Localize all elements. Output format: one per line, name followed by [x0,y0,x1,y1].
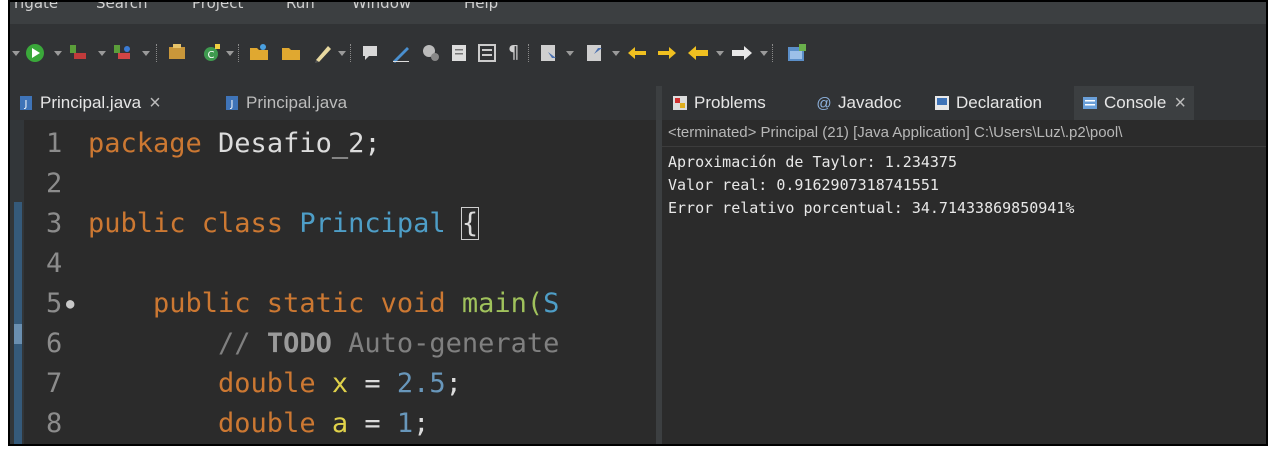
search-gear-icon[interactable] [420,42,442,64]
svg-text:C: C [208,50,215,61]
open-perspective-icon[interactable] [786,42,808,64]
console-view[interactable]: <terminated> Principal (21) [Java Applic… [662,120,1266,444]
menu-search[interactable]: Search [96,2,148,12]
line-number: 8 [46,408,63,439]
line-number: 7 [46,368,63,399]
menu-run[interactable]: Run [286,2,315,12]
fold-marker-icon[interactable]: ● [66,284,74,324]
problems-icon [672,95,688,111]
toolbar-separator [772,44,776,62]
tab-javadoc[interactable]: @ Javadoc [816,86,901,120]
dropdown-arrow-icon[interactable] [760,51,768,56]
tab-label: Principal.java [246,93,348,112]
line-number: 3 [46,208,63,239]
dropdown-arrow-icon[interactable] [226,51,234,56]
javadoc-icon: @ [816,95,832,112]
line-number: 2 [46,168,63,199]
code-text: public static void main(S [88,288,560,319]
tab-principal-java-active[interactable]: J Principal.java × [18,86,161,120]
menu-navigate[interactable]: rigate [14,2,58,12]
close-tab-icon[interactable]: × [1174,92,1186,115]
tab-label: Principal.java [40,93,142,112]
dropdown-arrow-icon[interactable] [12,51,20,56]
line-number: 6 [46,328,63,359]
views-tabbar: Problems @ Javadoc Declaration Console × [662,86,1266,120]
toolbar-separator [350,44,354,62]
code-text: package Desafio_2; [88,128,381,159]
pencil-icon[interactable] [312,42,334,64]
dropdown-arrow-icon[interactable] [54,51,62,56]
forward-icon[interactable] [730,42,754,64]
toolbar-separator [528,44,532,62]
dropdown-arrow-icon[interactable] [142,51,150,56]
line-number: 1 [46,128,63,159]
block-selection-icon[interactable] [476,42,498,64]
java-file-icon: J [18,95,34,111]
console-line: Valor real: 0.9162907318741551 [668,176,939,194]
toolbar-separator [238,44,242,62]
code-text: public class Principal { [88,207,480,240]
tab-console[interactable]: Console × [1074,86,1195,120]
previous-annotation-icon[interactable] [584,42,606,64]
svg-text:J: J [230,99,234,110]
open-folder-icon[interactable] [248,42,270,64]
console-line: Aproximación de Taylor: 1.234375 [668,153,957,171]
tab-principal-java[interactable]: J Principal.java [224,86,347,120]
back-icon[interactable] [686,42,710,64]
close-tab-icon[interactable]: × [149,92,161,115]
run-icon[interactable] [66,42,88,64]
tab-label: Console [1104,93,1167,112]
open-type-icon[interactable] [280,42,302,64]
code-editor[interactable]: 1 package Desafio_2; 2 3 public class Princi… [10,120,656,444]
dropdown-arrow-icon[interactable] [612,51,620,56]
edit-icon[interactable] [390,42,412,64]
new-class-icon[interactable]: C [200,42,222,64]
svg-text:J: J [24,99,28,110]
editor-tabbar: J Principal.java × J Principal.java [10,86,656,120]
next-annotation-icon[interactable] [538,42,560,64]
line-number: 4 [46,248,63,279]
menu-help[interactable]: Help [464,2,498,12]
last-edit-location-icon[interactable] [626,42,650,64]
tab-label: Javadoc [838,93,902,112]
new-package-icon[interactable] [166,42,188,64]
tab-declaration[interactable]: Declaration [934,86,1042,120]
dropdown-arrow-icon[interactable] [566,51,574,56]
menubar: rigate Search Project Run Window Help [10,2,1266,24]
console-output[interactable]: Aproximación de Taylor: 1.234375 Valor r… [662,147,1266,220]
code-text: // TODO Auto-generate [88,328,560,359]
run-external-tools-icon[interactable] [110,42,132,64]
toolbar-separator [156,44,160,62]
menu-project[interactable]: Project [192,2,243,12]
tab-problems[interactable]: Problems [672,86,766,120]
matching-brace: { [460,207,480,240]
code-text: double a = 1; [88,408,430,439]
menu-window[interactable]: Window [352,2,411,12]
annotation-icon[interactable] [360,42,382,64]
pilcrow-icon[interactable]: ¶ [508,42,519,64]
tab-label: Declaration [956,93,1042,112]
toolbar: C ¶ [10,24,1266,86]
dropdown-arrow-icon[interactable] [716,51,724,56]
dropdown-arrow-icon[interactable] [98,51,106,56]
forward-edit-location-icon[interactable] [654,42,678,64]
tab-label: Problems [694,93,766,112]
document-icon[interactable] [448,42,470,64]
java-file-icon: J [224,95,240,111]
console-launch-header: <terminated> Principal (21) [Java Applic… [662,120,1266,147]
task-marker-icon [14,324,22,344]
code-text: double x = 2.5; [88,368,462,399]
console-line: Error relativo porcentual: 34.7143386985… [668,199,1075,217]
declaration-icon [934,95,950,111]
dropdown-arrow-icon[interactable] [338,51,346,56]
eclipse-window: rigate Search Project Run Window Help C [8,0,1268,446]
debug-icon[interactable] [24,42,46,64]
console-icon [1082,95,1098,111]
